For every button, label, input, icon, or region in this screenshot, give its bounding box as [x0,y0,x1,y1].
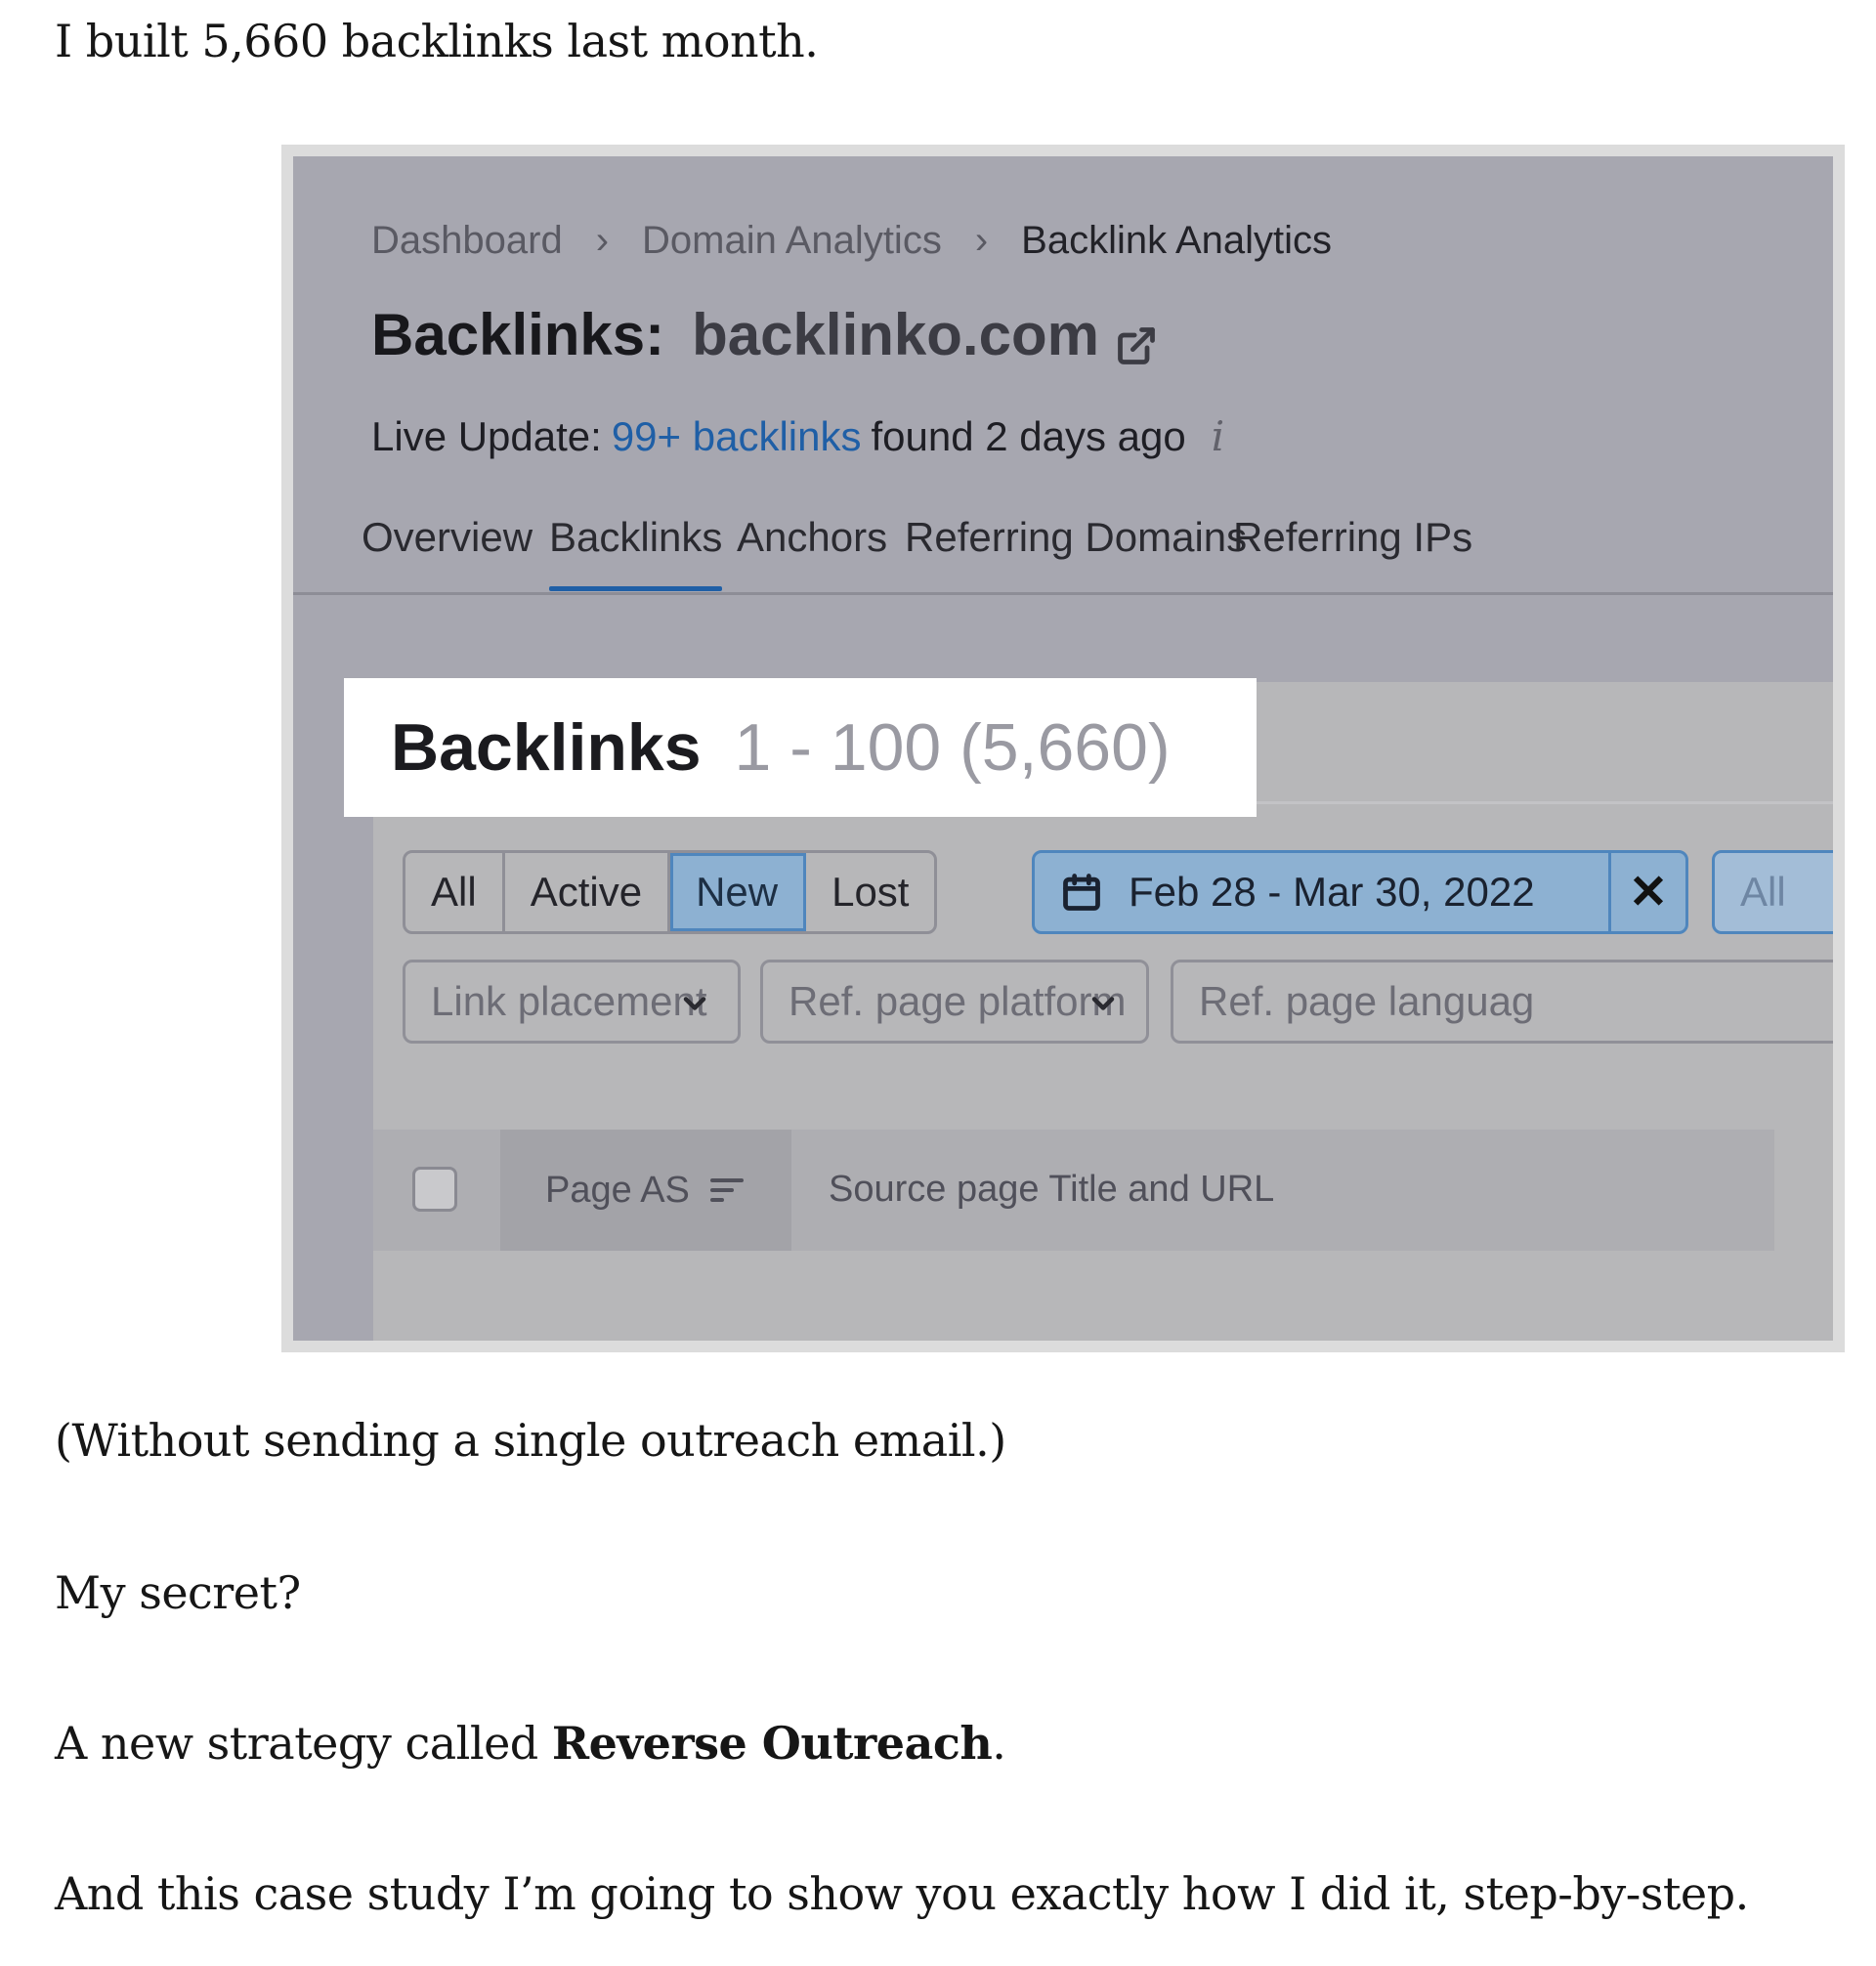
tab-referring-ips[interactable]: Referring IPs [1233,514,1472,561]
external-link-icon[interactable] [1115,314,1158,364]
backlinks-count-highlight: Backlinks 1 - 100 (5,660) [344,678,1257,817]
live-update-prefix: Live Update: [371,412,602,459]
date-range-value: Feb 28 - Mar 30, 2022 [1129,869,1535,915]
live-update-suffix: found 2 days ago [871,412,1186,459]
chevron-down-icon [1086,984,1121,1019]
chevron-down-icon [677,984,712,1019]
tab-backlinks[interactable]: Backlinks [549,514,723,591]
paragraph-case-study: And this case study I’m going to show yo… [55,1867,1749,1920]
ref-page-platform-label: Ref. page platform [789,978,1127,1024]
page-title-label: Backlinks: [371,302,665,367]
ref-page-language-dropdown[interactable]: Ref. page languag [1171,960,1833,1044]
chevron-right-icon: › [595,219,610,262]
table-header-row: Page AS Source page Title and URL [373,1130,1774,1251]
info-icon[interactable]: i [1212,412,1224,460]
paragraph-strategy-prefix: A new strategy called [55,1717,552,1770]
status-filter-all[interactable]: All [405,853,505,931]
tab-bar: Overview Backlinks Anchors Referring Dom… [293,514,1833,595]
all-filter-button[interactable]: All [1712,850,1833,934]
calendar-icon [1060,871,1103,914]
paragraph-my-secret: My secret? [55,1566,301,1619]
paragraph-strategy: A new strategy called Reverse Outreach. [55,1714,1006,1773]
sort-icon [707,1174,746,1207]
status-filter: All Active New Lost [403,850,938,934]
tab-overview[interactable]: Overview [362,514,533,561]
backlinks-count-range: 1 - 100 (5,660) [734,710,1171,785]
ref-page-platform-dropdown[interactable]: Ref. page platform [760,960,1149,1044]
breadcrumb-domain-analytics[interactable]: Domain Analytics [642,219,942,263]
date-range-filter[interactable]: Feb 28 - Mar 30, 2022 ✕ [1032,850,1688,934]
status-filter-active[interactable]: Active [505,853,671,931]
ref-page-language-label: Ref. page languag [1199,978,1535,1024]
link-placement-dropdown[interactable]: Link placement [403,960,741,1044]
tab-anchors[interactable]: Anchors [737,514,887,561]
paragraph-no-outreach: (Without sending a single outreach email… [55,1414,1006,1467]
tab-referring-domains[interactable]: Referring Domains [905,514,1247,561]
status-filter-lost[interactable]: Lost [806,853,934,931]
chevron-right-icon: › [974,219,989,262]
page-title-domain[interactable]: backlinko.com [692,301,1099,368]
breadcrumb-dashboard[interactable]: Dashboard [371,219,563,263]
backlinks-count-label: Backlinks [391,710,702,785]
live-update-link[interactable]: 99+ backlinks [612,413,862,460]
breadcrumb-backlink-analytics: Backlink Analytics [1021,219,1333,262]
column-header-source-page[interactable]: Source page Title and URL [829,1169,1274,1211]
breadcrumb: Dashboard › Domain Analytics › Backlink … [371,219,1332,263]
link-placement-label: Link placement [431,978,707,1024]
page-title: Backlinks: backlinko.com [371,301,1158,368]
close-icon[interactable]: ✕ [1608,853,1685,931]
status-filter-new[interactable]: New [670,853,807,931]
paragraph-strategy-suffix: . [992,1717,1006,1770]
screenshot-dimmed-area: Dashboard › Domain Analytics › Backlink … [293,156,1833,1341]
semrush-screenshot: Dashboard › Domain Analytics › Backlink … [281,145,1845,1352]
intro-paragraph: I built 5,660 backlinks last month. [55,15,819,67]
column-header-page-as[interactable]: Page AS [500,1130,791,1251]
strategy-name: Reverse Outreach [551,1717,993,1770]
column-header-page-as-label: Page AS [545,1169,690,1211]
select-all-checkbox[interactable] [412,1167,457,1212]
live-update-line: Live Update: 99+ backlinks found 2 days … [371,412,1224,460]
